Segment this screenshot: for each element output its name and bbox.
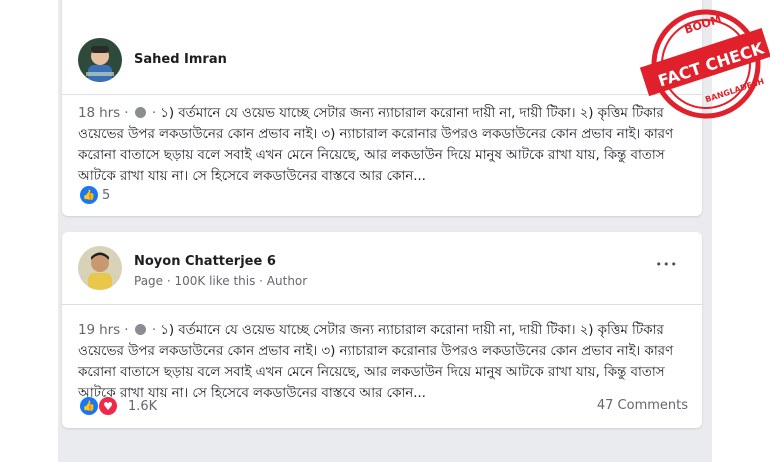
post-text: 18 hrs · · ১) বর্তমানে যে ওয়েভ যাচ্ছে স… bbox=[78, 103, 690, 187]
post-card: Noyon Chatterjee 6 Page · 100K like this… bbox=[62, 232, 702, 428]
post-author[interactable]: Noyon Chatterjee 6 bbox=[134, 254, 276, 269]
post-text: 19 hrs · · ১) বর্তমানে যে ওয়েভ যাচ্ছে স… bbox=[78, 320, 690, 404]
reaction-count: 1.6K bbox=[128, 398, 158, 414]
post-author[interactable]: Sahed Imran bbox=[134, 52, 227, 67]
love-icon: ♥ bbox=[98, 396, 118, 416]
avatar[interactable] bbox=[78, 246, 122, 290]
like-icon: 👍 bbox=[80, 397, 98, 415]
separator-dot: · bbox=[124, 322, 129, 338]
comments-link[interactable]: 47 Comments bbox=[597, 398, 688, 413]
facebook-feed: Sahed Imran 18 hrs · · ১) বর্তমানে যে ওয… bbox=[58, 0, 712, 462]
divider bbox=[62, 304, 702, 305]
post-subtitle: Page · 100K like this · Author bbox=[134, 274, 308, 288]
post-time[interactable]: 19 hrs bbox=[78, 322, 120, 338]
reactions[interactable]: 👍 5 bbox=[80, 186, 110, 204]
divider bbox=[62, 94, 702, 95]
avatar[interactable] bbox=[78, 38, 122, 82]
fact-check-stamp: BOOM FACT CHECK BANGLADESH bbox=[639, 0, 770, 128]
post-body: ১) বর্তমানে যে ওয়েভ যাচ্ছে সেটার জন্য ন… bbox=[78, 105, 674, 184]
separator-dot: · bbox=[151, 105, 157, 121]
reaction-count: 5 bbox=[102, 187, 111, 203]
globe-icon bbox=[134, 324, 146, 335]
post-body: ১) বর্তমানে যে ওয়েভ যাচ্ছে সেটার জন্য ন… bbox=[78, 322, 674, 401]
separator-dot: · bbox=[124, 105, 129, 121]
more-icon[interactable]: ••• bbox=[656, 258, 678, 271]
globe-icon bbox=[134, 107, 146, 118]
post-card: Sahed Imran 18 hrs · · ১) বর্তমানে যে ওয… bbox=[62, 0, 702, 216]
post-time[interactable]: 18 hrs bbox=[78, 105, 120, 121]
separator-dot: · bbox=[151, 322, 157, 338]
like-icon: 👍 bbox=[80, 186, 98, 204]
reactions[interactable]: 👍 ♥ 1.6K bbox=[80, 396, 157, 416]
